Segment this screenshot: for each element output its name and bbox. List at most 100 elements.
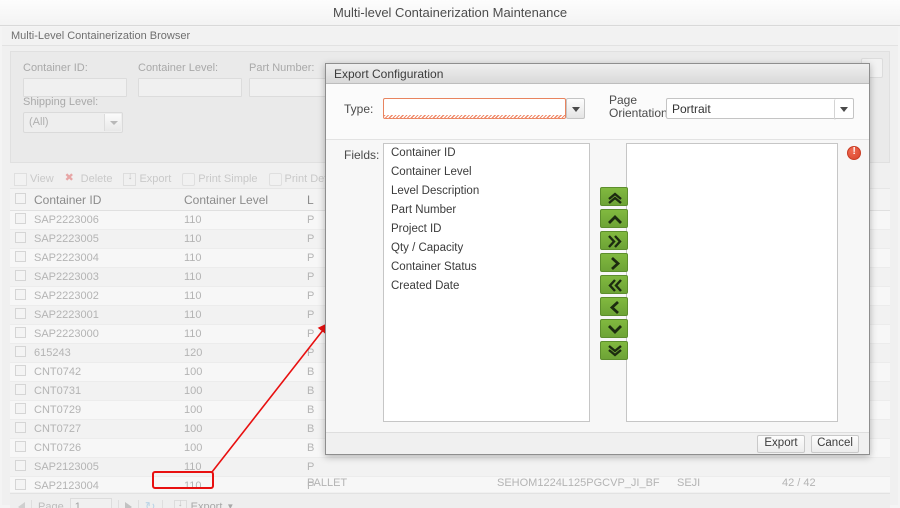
row-checkbox-cell[interactable] <box>10 232 34 246</box>
row-checkbox[interactable] <box>15 441 26 452</box>
toolbar-delete-button[interactable]: Delete <box>61 171 120 186</box>
list-item[interactable]: Container Status <box>384 258 589 277</box>
selected-fields-listbox[interactable] <box>626 143 838 422</box>
filter-shipping-level: Shipping Level: (All) <box>23 96 123 133</box>
row-checkbox[interactable] <box>15 308 26 319</box>
row-checkbox[interactable] <box>15 346 26 357</box>
export-icon <box>123 171 137 186</box>
row-checkbox[interactable] <box>15 384 26 395</box>
printer-icon <box>268 172 282 186</box>
cell-container-id: CNT0726 <box>34 442 82 454</box>
select-all-checkbox[interactable] <box>15 192 26 204</box>
row-checkbox-cell[interactable] <box>10 270 34 284</box>
page-title: Multi-level Containerization Maintenance <box>332 5 568 20</box>
next-page-icon[interactable] <box>124 501 132 508</box>
move-up-button[interactable] <box>600 209 628 228</box>
list-item[interactable]: Created Date <box>384 277 589 296</box>
divider <box>31 500 32 508</box>
container-id-input[interactable] <box>23 78 127 97</box>
page-orientation-label-text: Page Orientation: <box>609 93 672 120</box>
row-checkbox[interactable] <box>15 422 26 433</box>
row-checkbox[interactable] <box>15 213 26 224</box>
refresh-icon[interactable]: ↻ <box>145 499 156 508</box>
chevron-down-icon[interactable] <box>834 99 853 120</box>
list-item[interactable]: Qty / Capacity <box>384 239 589 258</box>
row-checkbox-cell[interactable] <box>10 251 34 265</box>
row-checkbox-cell[interactable] <box>10 327 34 341</box>
dialog-cancel-button[interactable]: Cancel <box>811 434 859 453</box>
row-checkbox-cell[interactable] <box>10 403 34 417</box>
page-number-input[interactable]: 1 <box>69 498 112 508</box>
remove-button[interactable] <box>600 297 628 316</box>
list-item[interactable]: Container ID <box>384 144 589 163</box>
filter-container-id: Container ID: <box>23 62 127 97</box>
cell-container-level: 100 <box>184 404 203 416</box>
chevron-down-icon[interactable] <box>566 98 585 119</box>
list-item[interactable]: Level Description <box>384 182 589 201</box>
row-checkbox[interactable] <box>15 289 26 300</box>
toolbar-export-label: Export <box>139 173 172 185</box>
list-item[interactable]: Part Number <box>384 201 589 220</box>
grid-bottom-row[interactable]: PALLET SEHOM1224L125PGCVP_JI_BF SEJI 42 … <box>10 474 890 492</box>
dialog-export-button[interactable]: Export <box>757 434 805 453</box>
prev-page-icon[interactable] <box>18 501 25 508</box>
bottom-row-qty-capacity: 42 / 42 <box>782 477 816 489</box>
row-checkbox[interactable] <box>15 327 26 338</box>
cell-container-id: CNT0742 <box>34 366 82 378</box>
row-checkbox-cell[interactable] <box>10 384 34 398</box>
chevron-down-icon: ▼ <box>226 502 235 508</box>
dialog-footer: Export Cancel <box>326 432 869 454</box>
toolbar-view-label: View <box>30 173 54 185</box>
bottom-row-level-description: PALLET <box>307 477 348 489</box>
dialog-title: Export Configuration <box>326 64 869 84</box>
row-checkbox-cell[interactable] <box>10 441 34 455</box>
row-checkbox-cell[interactable] <box>10 460 34 474</box>
row-checkbox-cell[interactable] <box>10 289 34 303</box>
row-checkbox-cell[interactable] <box>10 213 34 227</box>
column-header-container-level[interactable]: Container Level <box>184 193 307 207</box>
pager-export-dropdown[interactable]: Export ▼ <box>169 498 240 508</box>
row-checkbox-cell[interactable] <box>10 308 34 322</box>
type-select[interactable] <box>383 98 585 119</box>
row-checkbox-cell[interactable] <box>10 346 34 360</box>
row-checkbox[interactable] <box>15 403 26 414</box>
delete-icon <box>65 171 78 186</box>
move-all-up-button[interactable] <box>600 187 628 206</box>
validation-squiggle <box>384 115 565 119</box>
toolbar-print-simple-button[interactable]: Print Simple <box>178 172 264 186</box>
page-orientation-select[interactable]: Portrait <box>666 98 854 120</box>
export-configuration-dialog: Export Configuration Type: Page Orientat… <box>325 63 870 455</box>
row-checkbox[interactable] <box>15 270 26 281</box>
toolbar-export-button[interactable]: Export <box>119 171 178 186</box>
row-checkbox[interactable] <box>15 365 26 376</box>
remove-all-button[interactable] <box>600 275 628 294</box>
list-item[interactable]: Project ID <box>384 220 589 239</box>
cell-container-id: SAP2223006 <box>34 214 99 226</box>
row-checkbox[interactable] <box>15 460 26 471</box>
add-all-button[interactable] <box>600 231 628 250</box>
cell-container-id: SAP2123005 <box>34 461 99 473</box>
printer-icon <box>182 172 196 186</box>
row-checkbox-cell[interactable] <box>10 365 34 379</box>
shipping-level-select[interactable]: (All) <box>23 112 123 133</box>
add-button[interactable] <box>600 253 628 272</box>
column-header-container-id[interactable]: Container ID <box>34 193 184 207</box>
available-fields-listbox[interactable]: Container ID Container Level Level Descrip… <box>383 143 590 422</box>
select-all-checkbox-cell[interactable] <box>10 192 34 207</box>
cell-container-level: 100 <box>184 423 203 435</box>
move-down-button[interactable] <box>600 319 628 338</box>
list-item[interactable]: Container Level <box>384 163 589 182</box>
filter-shipping-level-label: Shipping Level: <box>23 96 99 108</box>
toolbar-delete-label: Delete <box>80 173 113 185</box>
toolbar-view-button[interactable]: View <box>10 172 61 186</box>
chevron-down-icon[interactable] <box>104 114 121 131</box>
row-checkbox-cell[interactable] <box>10 422 34 436</box>
row-checkbox[interactable] <box>15 251 26 262</box>
row-checkbox[interactable] <box>15 232 26 243</box>
move-all-down-button[interactable] <box>600 341 628 360</box>
container-level-input[interactable] <box>138 78 242 97</box>
divider <box>137 500 139 508</box>
cell-container-id: SAP2223003 <box>34 271 99 283</box>
cell-container-level: 100 <box>184 385 203 397</box>
cell-container-level: 110 <box>184 252 202 264</box>
